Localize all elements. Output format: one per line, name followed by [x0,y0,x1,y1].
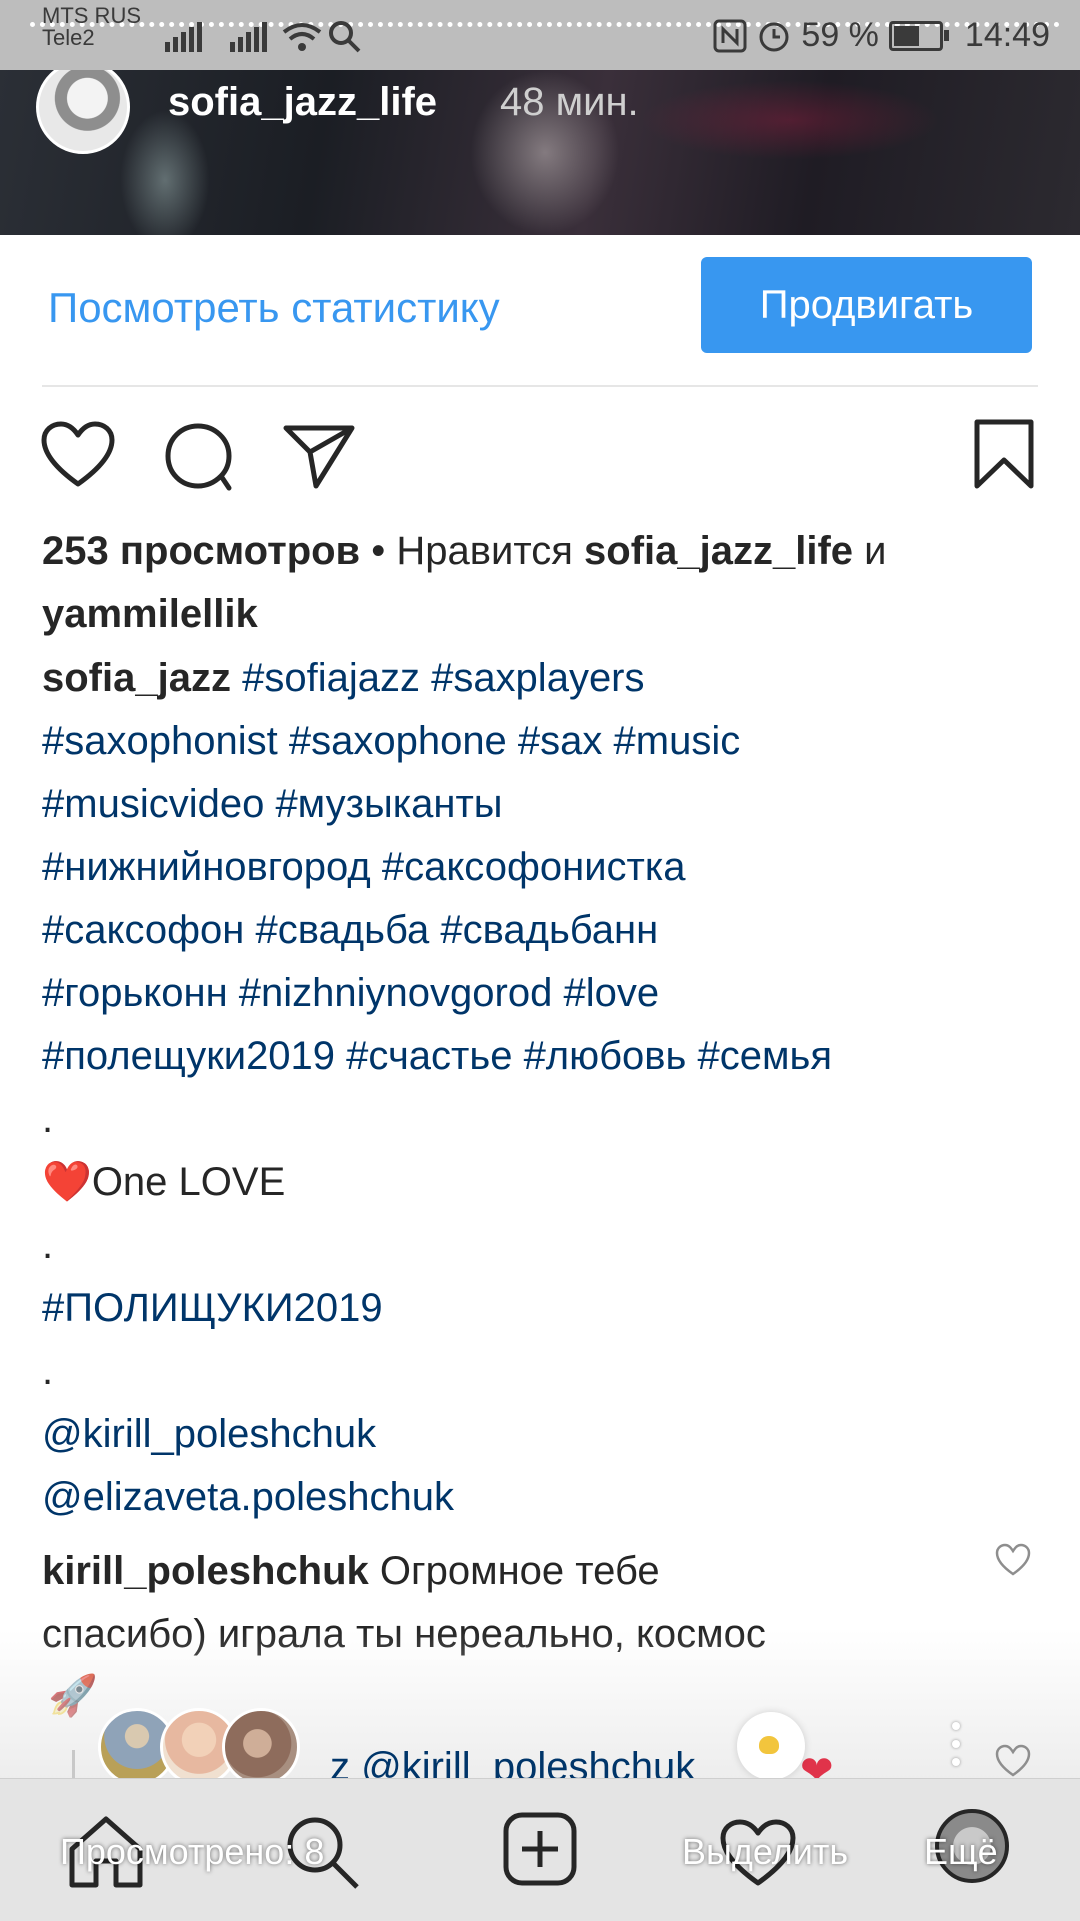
viewed-count-label[interactable]: Просмотрено: 8 [60,1831,324,1873]
bookmark-icon[interactable] [972,418,1036,490]
heart-icon[interactable] [40,420,116,490]
video-frame-highlight [640,80,940,160]
caption: sofia_jazz #sofiajazz #saxplayers #saxop… [42,647,1042,1529]
caption-text: One LOVE [91,1160,286,1204]
caption-dot: . [42,1097,54,1141]
promote-button[interactable]: Продвигать [701,257,1032,353]
alarm-icon [759,22,789,51]
mention-link[interactable]: @kirill_poleshchuk [42,1403,1042,1466]
hashtag-line[interactable]: #полещуки2019 #счастье #любовь #семья [42,1025,1042,1088]
nfc-icon [713,19,747,52]
video-frame-highlight [120,110,210,235]
hashtag-line[interactable]: #musicvideo #музыканты [42,773,1042,836]
battery-icon [888,20,949,51]
share-icon[interactable] [282,422,356,490]
liked-by-text: • Нравится [360,529,585,573]
reply-preview: z @kirill_poleshchuk [330,1745,696,1779]
hashtag-line[interactable]: #ПОЛИЩУКИ2019 [42,1277,1042,1340]
bottom-navigation: Просмотрено: 8 Выделить Ещё [0,1778,1080,1921]
clock: 14:49 [964,16,1050,54]
comment-like-heart-icon[interactable] [994,1744,1032,1778]
story-username[interactable]: sofia_jazz_life [168,78,437,126]
comment-like-heart-icon[interactable] [994,1543,1032,1577]
highlight-button[interactable]: Выделить [682,1831,848,1873]
carrier-labels: MTS RUS Tele2 [42,4,141,50]
search-icon [329,21,361,53]
battery-fill [893,25,919,46]
battery-percent: 59 % [801,16,879,54]
story-timestamp: 48 мин. [500,80,639,124]
liker-username[interactable]: yammilellik [42,592,258,636]
hashtag-line[interactable]: #горьконн #nizhniynovgorod #love [42,962,1042,1025]
view-count[interactable]: 253 просмотров [42,529,360,573]
avatar[interactable] [222,1708,300,1786]
caption-dot: . [42,1223,54,1267]
and-text: и [853,529,887,573]
carrier-2: Tele2 [42,25,95,50]
hashtag-line[interactable]: #sofiajazz #saxplayers [231,656,644,700]
add-post-icon[interactable] [502,1811,578,1887]
heart-emoji: ❤️ [42,1160,92,1204]
story-header[interactable]: sofia_jazz_life 48 мин. [0,70,1080,235]
divider [42,385,1038,387]
comment-author[interactable]: kirill_poleshchuk [42,1549,369,1593]
status-bar: MTS RUS Tele2 59 % 14:49 [0,0,1080,70]
engagement-summary: 253 просмотров • Нравится sofia_jazz_lif… [42,520,1042,646]
caption-dot: . [42,1349,54,1393]
caption-author[interactable]: sofia_jazz [42,656,231,700]
liker-username[interactable]: sofia_jazz_life [584,529,853,573]
mention-link[interactable]: @elizaveta.poleshchuk [42,1466,1042,1529]
signal-icon [165,22,202,52]
reaction-bubble[interactable] [737,1712,805,1780]
hashtag-line[interactable]: #саксофон #свадьба #свадьбанн [42,899,1042,962]
status-right: 59 % 14:49 [713,16,1050,55]
view-insights-link[interactable]: Посмотреть статистику [48,280,500,336]
more-button[interactable]: Ещё [924,1831,998,1873]
hashtag-line[interactable]: #saxophonist #saxophone #sax #music [42,710,1042,773]
more-options-icon[interactable] [952,1722,960,1776]
hashtag-line[interactable]: #нижнийновгород #саксофонистка [42,836,1042,899]
avatar[interactable] [36,70,130,154]
comment-icon[interactable] [163,420,235,492]
wifi-icon [282,23,322,51]
signal-icon [230,22,267,52]
comment-text: Огромное тебе [368,1549,660,1593]
